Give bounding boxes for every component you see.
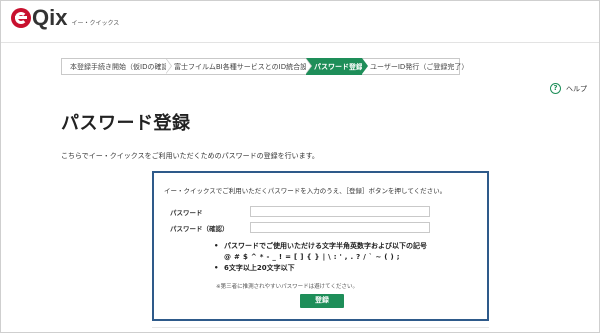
step-4-label: ユーザーID発行（ご登録完了） bbox=[370, 63, 469, 71]
register-button[interactable]: 登録 bbox=[300, 294, 344, 308]
step-1-label: 本登録手続き開始（仮IDの確認） bbox=[70, 63, 176, 71]
content-divider bbox=[152, 327, 489, 328]
step-3-label: パスワード登録 bbox=[314, 63, 363, 71]
header-divider bbox=[1, 42, 599, 43]
form-description: イー・クイックスでご利用いただくパスワードを入力のうえ、［登録］ボタンを押してく… bbox=[164, 187, 447, 195]
step-3-current: パスワード登録 bbox=[306, 58, 368, 75]
page-frame: Qix イー・クイックス 本登録手続き開始（仮IDの確認） 富士フイルムBI各種… bbox=[0, 0, 600, 333]
step-4: ユーザーID発行（ご登録完了） bbox=[362, 58, 468, 75]
password-form-card: イー・クイックスでご利用いただくパスワードを入力のうえ、［登録］ボタンを押してく… bbox=[152, 171, 489, 321]
password-rules: • パスワードでご使用いただける文字半角英数字および以下の記号 @ # $ ^ *… bbox=[214, 242, 427, 272]
step-2: 富士フイルムBI各種サービスとのID統合設定 bbox=[166, 58, 314, 75]
password-note: ※第三者に推測されやすいパスワードは避けてください。 bbox=[216, 284, 358, 290]
password-confirm-input[interactable] bbox=[250, 222, 430, 233]
rule-length: 6文字以上20文字以下 bbox=[224, 264, 295, 272]
step-2-label: 富士フイルムBI各種サービスとのID統合設定 bbox=[174, 63, 315, 71]
intro-text: こちらでイー・クイックスをご利用いただくためのパスワードの登録を行います。 bbox=[61, 152, 319, 160]
password-label: パスワード bbox=[170, 209, 203, 217]
logo-subtitle: イー・クイックス bbox=[71, 20, 120, 27]
logo-text: Qix bbox=[32, 5, 68, 30]
password-input[interactable] bbox=[250, 206, 430, 217]
header: Qix イー・クイックス bbox=[1, 1, 599, 42]
step-1: 本登録手続き開始（仮IDの確認） bbox=[61, 58, 175, 75]
rule-symbols: @ # $ ^ * - _ ! = [ ] { } | \ : ' , . ? … bbox=[224, 253, 400, 261]
logo[interactable]: Qix イー・クイックス bbox=[11, 7, 119, 29]
progress-steps: 本登録手続き開始（仮IDの確認） 富士フイルムBI各種サービスとのID統合設定 … bbox=[61, 58, 468, 75]
help-link[interactable]: ? ヘルプ bbox=[550, 83, 587, 94]
rule-allowed-chars: パスワードでご使用いただける文字半角英数字および以下の記号 bbox=[224, 242, 427, 250]
page-title: パスワード登録 bbox=[61, 113, 191, 134]
password-confirm-label: パスワード（確認） bbox=[170, 225, 229, 233]
question-icon: ? bbox=[550, 83, 561, 94]
logo-e-icon bbox=[11, 8, 31, 28]
help-label: ヘルプ bbox=[566, 84, 587, 93]
